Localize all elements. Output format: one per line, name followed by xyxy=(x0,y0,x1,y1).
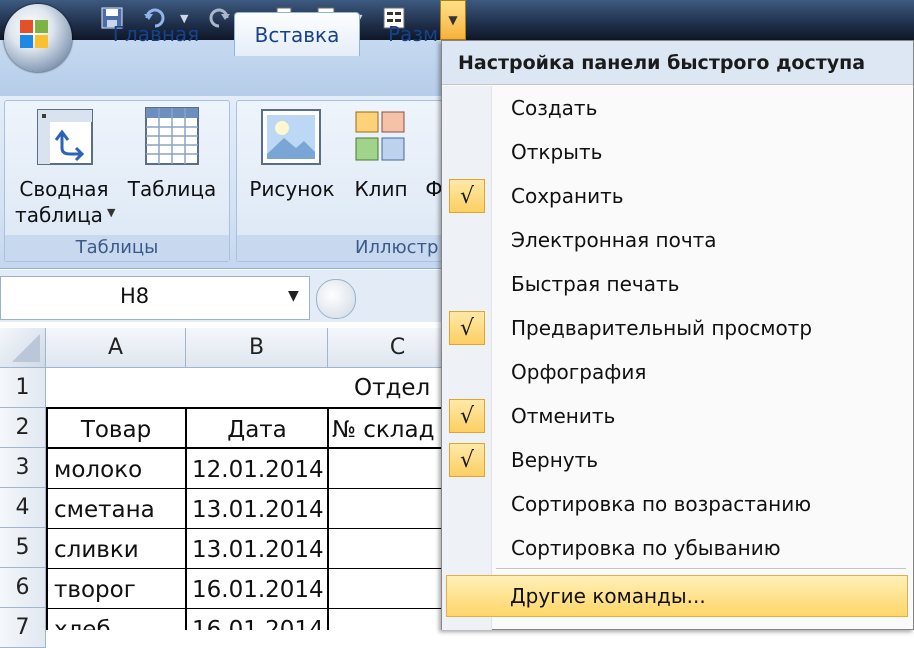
cell-date[interactable]: 12.01.2014 xyxy=(188,450,326,490)
header-cell-warehouse[interactable]: № склад xyxy=(330,410,442,450)
picture-label[interactable]: Рисунок xyxy=(244,176,340,202)
menu-item-sort-descending[interactable]: Сортировка по убыванию xyxy=(496,526,906,570)
pivot-table-label-2[interactable]: таблица xyxy=(12,202,106,228)
cell-product[interactable]: хлеб xyxy=(48,610,184,630)
formula-bar-resize-icon[interactable] xyxy=(316,279,356,319)
cell-date[interactable]: 16.01.2014 xyxy=(188,610,326,630)
tab-insert[interactable]: Вставка xyxy=(234,12,360,56)
group-tables-label: Таблицы xyxy=(5,235,229,261)
table-border xyxy=(185,407,187,630)
tab-page-layout[interactable]: Разм xyxy=(388,12,448,56)
menu-item-undo[interactable]: Отменить xyxy=(496,394,906,438)
header-cell-date[interactable]: Дата xyxy=(188,410,326,450)
name-box[interactable] xyxy=(0,276,310,320)
cell-date[interactable]: 13.01.2014 xyxy=(188,530,326,570)
checkmark-icon: √ xyxy=(449,311,485,345)
clip-art-icon[interactable] xyxy=(354,110,408,164)
checkmark-icon: √ xyxy=(449,443,485,477)
row-header-3[interactable]: 3 xyxy=(0,448,46,488)
menu-item-sort-ascending[interactable]: Сортировка по возрастанию xyxy=(496,482,906,526)
menu-item-save[interactable]: Сохранить xyxy=(496,174,906,218)
checkmark-icon: √ xyxy=(449,179,485,213)
select-all-button[interactable] xyxy=(0,328,46,368)
title-cell[interactable]: Отдел xyxy=(348,368,448,408)
row-header-6[interactable]: 6 xyxy=(0,568,46,608)
chevron-down-icon: ▼ xyxy=(448,13,458,27)
menu-title: Настройка панели быстрого доступа xyxy=(442,41,913,85)
table-icon[interactable] xyxy=(144,106,200,166)
menu-item-spelling[interactable]: Орфография xyxy=(496,350,906,394)
group-illustrations-label: Иллюстр xyxy=(237,235,465,261)
picture-icon[interactable] xyxy=(260,108,322,166)
pivot-dropdown-icon[interactable]: ▼ xyxy=(107,206,115,219)
cell-product[interactable]: молоко xyxy=(48,450,184,490)
row-header-4[interactable]: 4 xyxy=(0,488,46,528)
name-box-dropdown-icon[interactable]: ▼ xyxy=(288,288,299,304)
menu-item-redo[interactable]: Вернуть xyxy=(496,438,906,482)
row-header-7[interactable]: 7 xyxy=(0,608,46,648)
row-header-5[interactable]: 5 xyxy=(0,528,46,568)
name-box-value: H8 xyxy=(120,284,150,308)
menu-item-more-commands[interactable]: Другие команды... xyxy=(446,575,908,617)
row-header-1[interactable]: 1 xyxy=(0,368,46,408)
table-border xyxy=(46,407,446,409)
menu-gutter xyxy=(442,86,492,630)
pivot-table-icon[interactable] xyxy=(36,108,94,166)
row-header-2[interactable]: 2 xyxy=(0,408,46,448)
gridline xyxy=(185,368,186,408)
table-border xyxy=(327,407,329,630)
menu-separator xyxy=(496,568,906,569)
cell-product[interactable]: сметана xyxy=(48,490,184,530)
menu-item-print-preview[interactable]: Предварительный просмотр xyxy=(496,306,906,350)
table-label[interactable]: Таблица xyxy=(124,176,220,202)
column-header-b[interactable]: B xyxy=(186,328,328,368)
cell-product[interactable]: сливки xyxy=(48,530,184,570)
select-all-triangle-icon xyxy=(12,334,40,362)
cell-date[interactable]: 13.01.2014 xyxy=(188,490,326,530)
column-header-a[interactable]: A xyxy=(46,328,186,368)
cell-product[interactable]: творог xyxy=(48,570,184,610)
cell-date[interactable]: 16.01.2014 xyxy=(188,570,326,610)
menu-item-email[interactable]: Электронная почта xyxy=(496,218,906,262)
checkmark-icon: √ xyxy=(449,399,485,433)
pivot-table-label[interactable]: Сводная xyxy=(16,176,112,202)
menu-item-open[interactable]: Открыть xyxy=(496,130,906,174)
office-logo-icon xyxy=(20,20,48,48)
header-cell-product[interactable]: Товар xyxy=(48,410,184,450)
clip-art-label[interactable]: Клип xyxy=(346,176,416,202)
menu-item-quick-print[interactable]: Быстрая печать xyxy=(496,262,906,306)
tab-home[interactable]: Главная xyxy=(100,12,212,56)
menu-item-new[interactable]: Создать xyxy=(496,86,906,130)
